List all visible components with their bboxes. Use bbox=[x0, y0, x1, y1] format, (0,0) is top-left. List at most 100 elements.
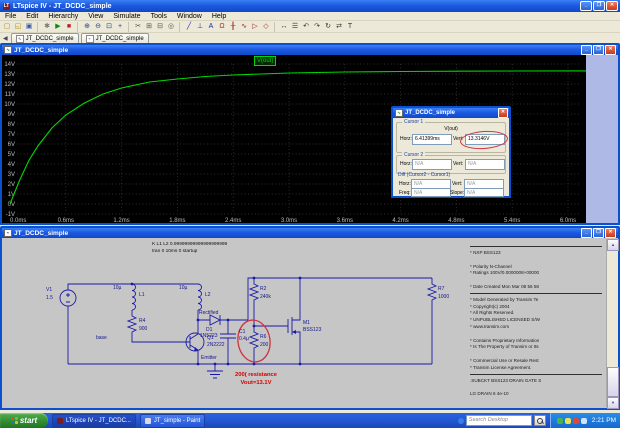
y-axis-tick: 4V bbox=[8, 162, 15, 168]
tab-schematic[interactable]: ⌁ JT_DCDC_simple bbox=[80, 33, 149, 43]
copy-button[interactable]: ⊞ bbox=[144, 22, 154, 32]
halt-button[interactable]: ■ bbox=[64, 22, 74, 32]
zoom-in-button[interactable]: ⊕ bbox=[82, 22, 92, 32]
zoom-fit-button[interactable]: ⊡ bbox=[104, 22, 114, 32]
menu-window[interactable]: Window bbox=[172, 13, 207, 20]
model-text-line: * Copyright(c) 2004 bbox=[470, 303, 510, 309]
waveform-window-title-bar: ∿ JT_DCDC_simple _ ❐ ✕ bbox=[2, 45, 618, 55]
run-button[interactable]: ▶ bbox=[53, 22, 63, 32]
cursor1-group-label: Cursor 1 bbox=[402, 119, 426, 125]
undo-button[interactable]: ↶ bbox=[301, 22, 311, 32]
save-button[interactable]: ▣ bbox=[24, 22, 34, 32]
waveform-window-title: JT_DCDC_simple bbox=[14, 46, 69, 54]
cursor2-horz-label: Horz: bbox=[400, 161, 412, 167]
diff-slope-field[interactable]: N/A bbox=[464, 188, 504, 197]
tab-scroll-left-icon[interactable]: ◀ bbox=[3, 35, 8, 42]
menu-view[interactable]: View bbox=[83, 13, 108, 20]
schematic-wires bbox=[59, 276, 438, 379]
taskbar-item-ltspice[interactable]: LTspice IV - JT_DCDC... bbox=[52, 413, 136, 428]
model-text-line bbox=[470, 331, 602, 338]
resistor-r6-symbol bbox=[248, 330, 260, 352]
trace-label[interactable]: V(out) bbox=[254, 56, 277, 66]
waveform-close-button[interactable]: ✕ bbox=[605, 45, 616, 55]
x-axis-tick: 4.2ms bbox=[392, 218, 408, 223]
search-magnifier-icon[interactable] bbox=[533, 415, 546, 426]
diff-freq-field[interactable]: N/A bbox=[411, 188, 451, 197]
tab-waveform[interactable]: ∿ JT_DCDC_simple bbox=[10, 33, 79, 43]
update-icon[interactable] bbox=[556, 417, 563, 424]
cursor2-vert-field[interactable]: N/A bbox=[465, 159, 505, 170]
menu-hierarchy[interactable]: Hierarchy bbox=[43, 13, 83, 20]
menu-tools[interactable]: Tools bbox=[146, 13, 172, 20]
diff-horz-label: Horz: bbox=[399, 181, 411, 187]
redo-button[interactable]: ↷ bbox=[312, 22, 322, 32]
main-title: LTspice IV - JT_DCDC_simple bbox=[13, 2, 112, 10]
control-panel-button[interactable]: ✱ bbox=[42, 22, 52, 32]
maximize-button[interactable]: ❐ bbox=[593, 1, 605, 11]
scrollbar-thumb[interactable] bbox=[607, 367, 619, 397]
label-button[interactable]: A bbox=[206, 22, 216, 32]
start-button[interactable]: start bbox=[0, 413, 48, 428]
model-text-line bbox=[470, 277, 602, 284]
text-button[interactable]: T bbox=[345, 22, 355, 32]
drag-button[interactable]: ☰ bbox=[290, 22, 300, 32]
close-button[interactable]: ✕ bbox=[606, 1, 618, 11]
capacitor-button[interactable]: ╫ bbox=[228, 22, 238, 32]
r4-value: 900 bbox=[139, 326, 148, 332]
taskbar-item-paint[interactable]: JT_simple - Paint bbox=[139, 413, 206, 428]
schematic-close-button[interactable]: ✕ bbox=[605, 228, 616, 238]
l1-value: 10µ bbox=[113, 285, 122, 291]
cursor-dialog-close-button[interactable]: ✕ bbox=[498, 108, 508, 118]
y-axis-tick: 5V bbox=[8, 152, 15, 158]
d1-value: 1N5223 bbox=[200, 333, 218, 339]
volume-icon[interactable] bbox=[580, 417, 587, 424]
menu-help[interactable]: Help bbox=[207, 13, 231, 20]
mirror-button[interactable]: ⇄ bbox=[334, 22, 344, 32]
resistor-button[interactable]: Ω bbox=[217, 22, 227, 32]
toolbar-separator bbox=[77, 21, 80, 32]
annotation-line-2: Vout=13.1V bbox=[241, 380, 272, 386]
menu-edit[interactable]: Edit bbox=[21, 13, 43, 20]
inductor-button[interactable]: ∿ bbox=[239, 22, 249, 32]
security-icon[interactable] bbox=[572, 417, 579, 424]
zoom-out-button[interactable]: ⊖ bbox=[93, 22, 103, 32]
ground-button[interactable]: ⊥ bbox=[195, 22, 205, 32]
model-text-line: * Model Generated by Transim Te bbox=[470, 296, 539, 302]
cut-button[interactable]: ✂ bbox=[133, 22, 143, 32]
junction-dots bbox=[130, 276, 302, 366]
r7-name: R7 bbox=[438, 286, 445, 292]
schematic-vertical-scrollbar[interactable]: ▲ ▼ bbox=[606, 239, 619, 409]
ltspice-task-icon bbox=[57, 417, 63, 424]
find-button[interactable]: ◎ bbox=[166, 22, 176, 32]
network-icon[interactable] bbox=[564, 417, 571, 424]
cursor-dialog-icon: ∿ bbox=[395, 109, 403, 117]
pan-button[interactable]: + bbox=[115, 22, 125, 32]
open-button[interactable]: ◱ bbox=[13, 22, 23, 32]
cursor1-horz-field[interactable]: 6.41399ms bbox=[412, 134, 452, 145]
r4-name: R4 bbox=[139, 318, 146, 324]
model-text-line bbox=[470, 384, 602, 391]
schematic-minimize-button[interactable]: _ bbox=[581, 228, 592, 238]
model-text-line: LG DRAIN 6 4e-10 bbox=[470, 391, 509, 397]
cursor2-horz-field[interactable]: N/A bbox=[412, 159, 452, 170]
scroll-up-icon[interactable]: ▲ bbox=[607, 239, 619, 251]
schematic-window: ⌁ JT_DCDC_simple _ ❐ ✕ K L1 L2 0.9999999… bbox=[0, 226, 620, 410]
paste-button[interactable]: ⊟ bbox=[155, 22, 165, 32]
move-button[interactable]: ↔ bbox=[279, 22, 289, 32]
search-input[interactable]: Search Desktop bbox=[465, 415, 532, 426]
main-title-bar: LT LTspice IV - JT_DCDC_simple _ ❐ ✕ bbox=[0, 0, 620, 12]
menu-simulate[interactable]: Simulate bbox=[108, 13, 145, 20]
minimize-button[interactable]: _ bbox=[580, 1, 592, 11]
waveform-maximize-button[interactable]: ❐ bbox=[593, 45, 604, 55]
diode-button[interactable]: ▷ bbox=[250, 22, 260, 32]
new-schematic-button[interactable]: ▢ bbox=[2, 22, 12, 32]
component-button[interactable]: ◇ bbox=[261, 22, 271, 32]
schematic-tab-icon: ⌁ bbox=[85, 34, 94, 43]
waveform-minimize-button[interactable]: _ bbox=[581, 45, 592, 55]
scroll-down-icon[interactable]: ▼ bbox=[607, 397, 619, 409]
schematic-maximize-button[interactable]: ❐ bbox=[593, 228, 604, 238]
menu-file[interactable]: File bbox=[0, 13, 21, 20]
clock: 2:21 PM bbox=[591, 417, 616, 424]
wire-button[interactable]: ╱ bbox=[184, 22, 194, 32]
rotate-button[interactable]: ↻ bbox=[323, 22, 333, 32]
